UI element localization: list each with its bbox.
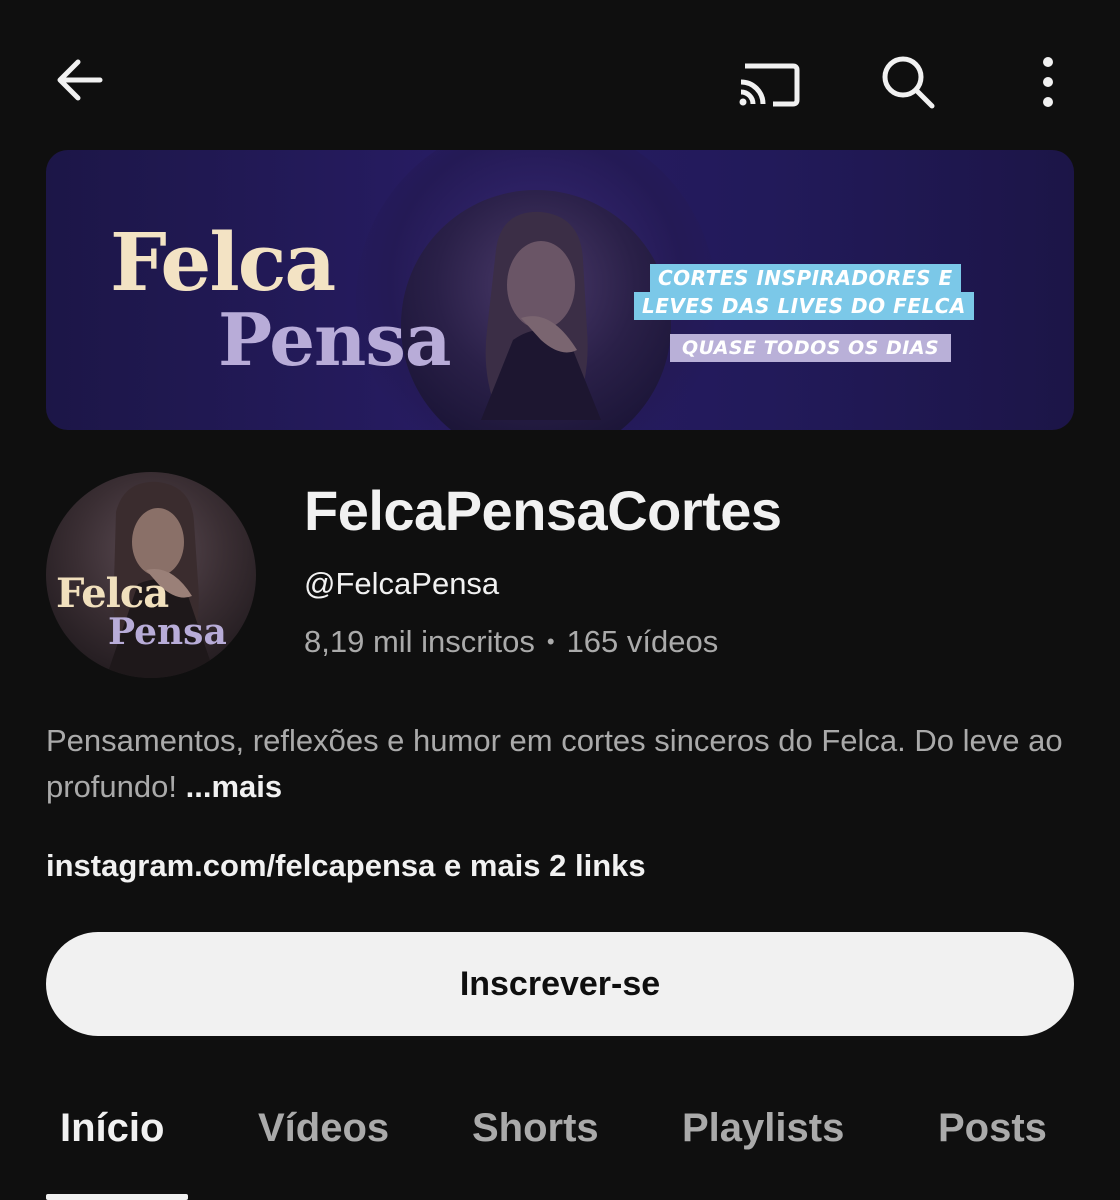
search-button[interactable]: [868, 42, 948, 122]
more-vertical-icon: [1043, 57, 1053, 107]
channel-stats: 8,19 mil inscritos • 165 vídeos: [304, 624, 718, 660]
tab-videos[interactable]: Vídeos: [258, 1106, 389, 1151]
channel-banner[interactable]: Felca Pensa CORTES INSPIRADORES E LEVES …: [46, 150, 1074, 430]
back-button[interactable]: [40, 40, 120, 120]
video-count: 165 vídeos: [566, 624, 719, 659]
stats-separator: •: [546, 629, 555, 654]
search-icon: [882, 56, 935, 109]
cast-button[interactable]: [728, 42, 808, 122]
tab-playlists[interactable]: Playlists: [682, 1106, 844, 1151]
tab-inicio[interactable]: Início: [60, 1106, 164, 1151]
arrow-left-icon: [57, 59, 103, 101]
banner-logo-text: Felca Pensa: [110, 215, 452, 382]
avatar-text-pensa: Pensa: [108, 611, 227, 653]
subscriber-count: 8,19 mil inscritos: [304, 624, 535, 659]
channel-links[interactable]: instagram.com/felcapensa e mais 2 links: [46, 848, 646, 884]
more-options-button[interactable]: [1008, 42, 1088, 122]
subscribe-button[interactable]: Inscrever-se: [46, 932, 1074, 1036]
channel-handle: @FelcaPensa: [304, 566, 500, 601]
banner-title-pensa: Pensa: [218, 297, 452, 382]
banner-tag-line3: QUASE TODOS OS DIAS: [670, 334, 952, 362]
banner-title-felca: Felca: [110, 215, 336, 309]
more-link[interactable]: ...mais: [186, 769, 283, 804]
tab-posts[interactable]: Posts: [938, 1106, 1047, 1151]
active-tab-indicator: [46, 1194, 188, 1200]
top-app-bar: [0, 0, 1120, 150]
channel-tabs: Início Vídeos Shorts Playlists Posts: [0, 1090, 1120, 1200]
banner-tag-line1: CORTES INSPIRADORES E: [650, 264, 961, 292]
banner-tag-line2: LEVES DAS LIVES DO FELCA: [634, 292, 974, 320]
channel-avatar[interactable]: Felca Pensa: [46, 472, 256, 678]
tab-shorts[interactable]: Shorts: [472, 1106, 599, 1151]
channel-name: FelcaPensaCortes: [304, 479, 782, 542]
avatar-logo-text: Felca Pensa: [56, 570, 227, 653]
cast-icon: [739, 63, 800, 107]
channel-description[interactable]: Pensamentos, reflexões e humor em cortes…: [46, 718, 1086, 810]
avatar-text-felca: Felca: [56, 570, 169, 617]
